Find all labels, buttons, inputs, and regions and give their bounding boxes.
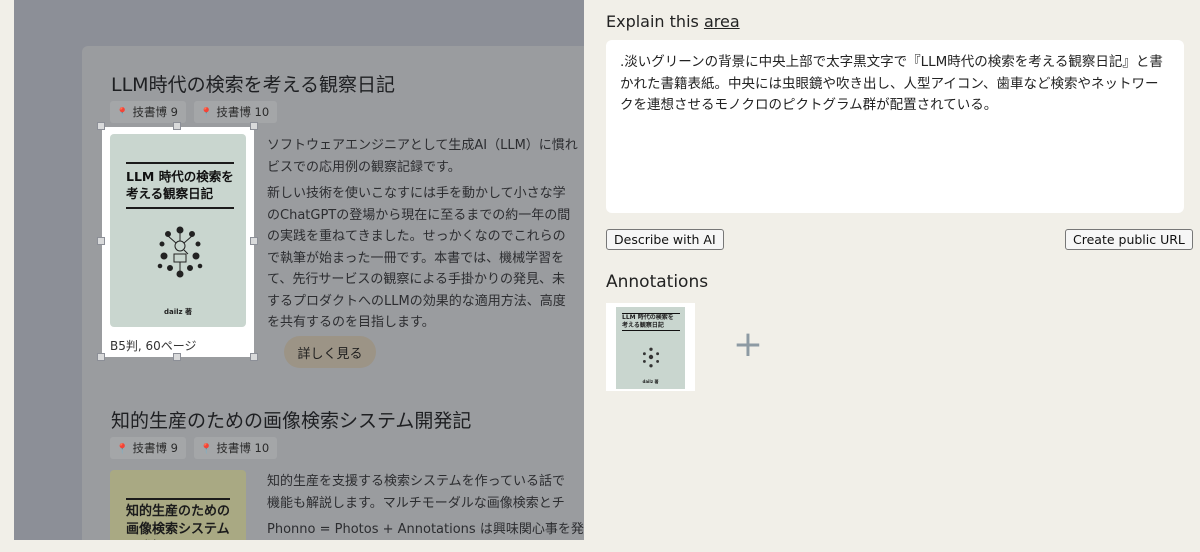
resize-handle[interactable] [173,353,181,361]
desc-line: の実践を重ねてきました。せっかくなのでこれらの [267,229,566,244]
catalog-page-dimmed: LLM時代の検索を考える観察日記 📍 技書博 9 📍 技書博 10 LLM 時代の検… [14,0,584,540]
event-tags: 📍 技書博 9 📍 技書博 10 [110,101,278,123]
book-size: B5判, 60ページ [110,339,197,353]
book-cover[interactable]: 知的生産のための 画像検索システム 開発記 [110,470,246,540]
thumbnail-title: LLM 時代の検索を 考える観察日記 [622,314,674,329]
details-button[interactable]: 詳しく見る [284,336,376,368]
desc-line: 新しい技術を使いこなすには手を動かして小さな学 [267,186,566,201]
annotation-thumbnail[interactable]: LLM 時代の検索を 考える観察日記 dailz 著 [606,303,695,391]
desc-line: で執筆が始まった一冊です。本書では、機械学習を [267,250,565,266]
resize-handle[interactable] [173,122,181,130]
describe-with-ai-button[interactable]: Describe with AI [606,229,724,250]
resize-handle[interactable] [250,237,258,245]
location-pin-icon: 📍 [199,108,213,119]
event-tag[interactable]: 📍 技書博 10 [193,101,278,123]
resize-handle[interactable] [250,122,258,130]
resize-handle[interactable] [97,237,105,245]
event-tag[interactable]: 📍 技書博 9 [110,437,186,459]
annotations-heading: Annotations [606,272,709,292]
create-public-url-button[interactable]: Create public URL [1065,229,1193,250]
desc-line: て、先行サービスの観察による手掛かりの発見、未 [267,272,565,287]
desc-line: のChatGPTの登場から現在に至るまでの約一年の間 [267,207,571,223]
desc-line: 知的生産を支援する検索システムを作っている話で [267,474,565,489]
add-annotation-plus-icon[interactable]: + [732,327,764,363]
resize-handle[interactable] [97,353,105,361]
location-pin-icon: 📍 [199,444,213,455]
desc-line: するプロダクトへのLLMの効果的な適用方法、高度 [267,293,566,309]
cover-title: LLM 時代の検索を 考える観察日記 [126,169,234,201]
event-tag[interactable]: 📍 技書博 9 [110,101,186,123]
desc-line: 機能も解説します。マルチモーダルな画像検索とチ [267,495,565,511]
cover-author: dailz 著 [163,308,193,316]
area-link[interactable]: area [704,12,740,31]
pictogram-cluster-icon [642,347,660,368]
tag-label: 技書博 9 [132,441,178,455]
desc-line: Phonno = Photos + Annotations は興味関心事を発見 [267,522,584,537]
description-textarea[interactable]: .淡いグリーンの背景に中央上部で太字黒文字で『LLM時代の検索を考える観察日記』… [606,40,1184,213]
explain-prefix: Explain this [606,12,704,31]
pictogram-cluster-icon [157,226,203,278]
event-tag[interactable]: 📍 技書博 10 [193,437,278,459]
desc-line: を共有するのを目指します。 [267,315,435,330]
selected-cover-area[interactable]: LLM 時代の検索を 考える観察日記 dailz 著 B5判, 60ページ [102,127,254,357]
thumbnail-cover: LLM 時代の検索を 考える観察日記 dailz 著 [616,307,685,389]
book-title[interactable]: 知的生産のための画像検索システム開発記 [111,406,471,433]
resize-handle[interactable] [250,353,258,361]
cover-title: 知的生産のための 画像検索システム 開発記 [126,504,231,537]
desc-line: ビスでの応用例の観察記録です。 [267,159,461,175]
tag-label: 技書博 10 [216,441,270,455]
tag-label: 技書博 10 [216,105,270,119]
book-title[interactable]: LLM時代の検索を考える観察日記 [111,70,395,97]
tag-label: 技書博 9 [132,105,178,119]
location-pin-icon: 📍 [116,444,129,455]
thumbnail-author: dailz 著 [642,379,659,384]
book-description: 知的生産を支援する検索システムを作っている話で 機能も解説します。マルチモーダル… [267,471,584,540]
explain-heading: Explain this area [606,12,740,31]
location-pin-icon: 📍 [116,108,129,119]
desc-line: ソフトウェアエンジニアとして生成AI（LLM）に慣れ [267,138,578,153]
book-cover: LLM 時代の検索を 考える観察日記 dailz 著 [110,134,246,327]
event-tags: 📍 技書博 9 📍 技書博 10 [110,437,278,459]
annotation-panel: Explain this area .淡いグリーンの背景に中央上部で太字黒文字で… [584,0,1200,552]
resize-handle[interactable] [97,122,105,130]
book-description: ソフトウェアエンジニアとして生成AI（LLM）に慣れ ビスでの応用例の観察記録で… [267,135,584,334]
